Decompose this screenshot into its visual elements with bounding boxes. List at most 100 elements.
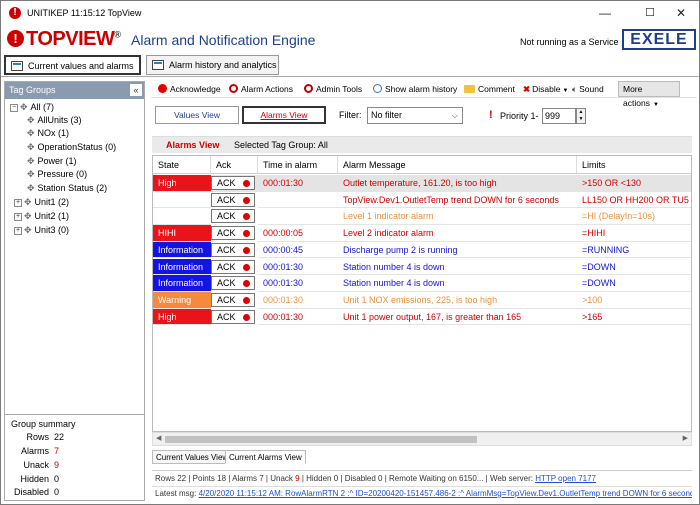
summary-label: Rows xyxy=(26,432,49,442)
priority-spinner[interactable]: ▲ ▼ xyxy=(576,108,586,124)
tree-item-all[interactable]: − ✥ All (7) xyxy=(10,101,54,114)
main-tabs: Current values and alarms Alarm history … xyxy=(1,53,699,77)
table-row[interactable]: ACK TopView.Dev1.OutletTemp trend DOWN fo… xyxy=(153,191,691,209)
alarm-toolbar: Acknowledge Alarm Actions Admin Tools Sh… xyxy=(151,81,697,98)
column-header-time[interactable]: Time in alarm xyxy=(258,156,338,174)
title-bar: ! UNITIKEP 11:15:12 TopView — ☐ ✕ xyxy=(1,1,699,27)
filter-value: No filter xyxy=(371,110,403,120)
dropdown-arrow-icon: ▼ xyxy=(562,88,569,94)
tab-alarm-history[interactable]: Alarm history and analytics xyxy=(146,55,279,75)
column-header-state[interactable]: State xyxy=(153,156,211,174)
limits-cell: >150 OR <130 xyxy=(577,175,691,192)
ack-button[interactable]: ACK xyxy=(211,292,255,307)
latest-msg-link[interactable]: 4/20/2020 11:15:12 AM: RowAlarmRTN 2 :^ … xyxy=(199,489,692,498)
acknowledge-button[interactable]: Acknowledge xyxy=(158,83,221,96)
table-row[interactable]: High ACK 000:01:30 Unit 1 power output, 167… xyxy=(153,308,691,326)
alarms-view-button[interactable]: Alarms View xyxy=(242,106,326,124)
tree-item-nox[interactable]: ✥ NOx (1) xyxy=(27,127,69,140)
tree-item-unit2[interactable]: + ✥ Unit2 (1) xyxy=(14,210,69,223)
table-row[interactable]: Information ACK 000:01:30 Station number 4 … xyxy=(153,275,691,292)
values-view-button[interactable]: Values View xyxy=(155,106,239,124)
scroll-right-icon[interactable]: ▶ xyxy=(683,434,688,442)
service-status: Not running as a Service xyxy=(520,37,619,47)
tree-item-station-status[interactable]: ✥ Station Status (2) xyxy=(27,182,107,195)
tree-item-power[interactable]: ✥ Power (1) xyxy=(27,155,77,168)
maximize-button[interactable]: ☐ xyxy=(633,3,667,23)
column-header-message[interactable]: Alarm Message xyxy=(338,156,577,174)
gear-icon xyxy=(304,84,313,93)
more-actions-button[interactable]: More actions ▼ xyxy=(618,81,680,108)
collapse-icon[interactable]: − xyxy=(10,103,18,112)
minimize-button[interactable]: — xyxy=(588,3,622,23)
ack-button[interactable]: ACK xyxy=(211,309,255,324)
tree-item-unit3[interactable]: + ✥ Unit3 (0) xyxy=(14,224,69,237)
scroll-left-icon[interactable]: ◀ xyxy=(156,434,161,442)
priority-input[interactable]: 999 xyxy=(542,108,576,124)
filter-label: Filter: xyxy=(339,110,362,120)
time-cell xyxy=(258,208,338,226)
expand-icon[interactable]: + xyxy=(14,226,22,235)
close-button[interactable]: ✕ xyxy=(664,3,698,23)
table-row[interactable]: Warning ACK 000:01:30 Unit 1 NOX emissions,… xyxy=(153,291,691,309)
ack-button[interactable]: ACK xyxy=(211,209,255,224)
webserver-link[interactable]: HTTP open 7177 xyxy=(535,474,596,483)
admin-tools-button[interactable]: Admin Tools xyxy=(304,83,362,96)
state-cell: HIHI xyxy=(153,225,211,242)
status-rows: Rows 22 xyxy=(155,474,187,483)
ack-label: ACK xyxy=(217,261,236,272)
disable-button[interactable]: ✖ Disable ▼ xyxy=(523,83,568,98)
latest-message-bar: Latest msg: 4/20/2020 11:15:12 AM: RowAl… xyxy=(152,486,692,500)
horizontal-scrollbar[interactable]: ◀ ▶ xyxy=(152,432,692,446)
priority-label: Priority 1- xyxy=(500,111,539,121)
tree-item-unit1[interactable]: + ✥ Unit1 (2) xyxy=(14,196,69,209)
admin-tools-label: Admin Tools xyxy=(316,84,363,94)
sound-button[interactable]: 🔈︎ Sound xyxy=(572,83,604,96)
message-cell: TopView.Dev1.OutletTemp trend DOWN for 6… xyxy=(338,192,577,209)
tree-item-pressure[interactable]: ✥ Pressure (0) xyxy=(27,168,87,181)
tab-current-values-view[interactable]: Current Values View xyxy=(152,450,233,464)
alarms-grid: State Ack Time in alarm Alarm Message Li… xyxy=(152,155,692,432)
tab-current-alarms-view[interactable]: Current Alarms View xyxy=(225,450,306,464)
tree-item-operationstatus[interactable]: ✥ OperationStatus (0) xyxy=(27,141,116,154)
table-row[interactable]: ACK Level 1 indicator alarm =HI (DelayIn=1… xyxy=(153,208,691,226)
ack-label: ACK xyxy=(217,178,236,188)
red-dot-icon xyxy=(243,263,250,271)
comment-button[interactable]: Comment xyxy=(464,83,515,96)
tag-groups-header: Tag Groups « xyxy=(5,82,144,99)
ack-button[interactable]: ACK xyxy=(211,226,255,241)
tab-current-values-alarms[interactable]: Current values and alarms xyxy=(4,55,141,75)
table-row[interactable]: High ACK 000:01:30 Outlet temperature, 161.… xyxy=(153,175,691,192)
table-row[interactable]: Information ACK 000:01:30 Station number 4 … xyxy=(153,258,691,276)
tree-item-allunits[interactable]: ✥ AllUnits (3) xyxy=(27,114,82,127)
application-window: ! UNITIKEP 11:15:12 TopView — ☐ ✕ ! TOPV… xyxy=(0,0,700,505)
folder-icon xyxy=(464,85,475,93)
spin-up-icon[interactable]: ▲ xyxy=(577,109,585,116)
time-cell: 000:01:30 xyxy=(258,175,338,192)
ack-button[interactable]: ACK xyxy=(211,242,255,257)
column-header-ack[interactable]: Ack xyxy=(211,156,258,174)
column-header-limits[interactable]: Limits xyxy=(577,156,691,174)
filter-select[interactable]: No filter ⌵ xyxy=(367,107,463,124)
app-icon: ! xyxy=(9,7,21,19)
alarm-actions-button[interactable]: Alarm Actions xyxy=(229,83,293,96)
expand-icon[interactable]: + xyxy=(14,212,22,221)
tag-groups-title: Tag Groups xyxy=(9,85,56,95)
spin-down-icon[interactable]: ▼ xyxy=(577,116,585,123)
collapse-panel-button[interactable]: « xyxy=(130,84,142,96)
ack-button[interactable]: ACK xyxy=(211,276,255,291)
x-icon: ✖ xyxy=(523,84,531,94)
time-cell: 000:01:30 xyxy=(258,275,338,292)
show-alarm-history-button[interactable]: Show alarm history xyxy=(373,83,457,96)
ack-label: ACK xyxy=(217,244,236,255)
scrollbar-thumb[interactable] xyxy=(165,436,477,443)
ack-button[interactable]: ACK xyxy=(211,192,255,207)
red-dot-icon xyxy=(243,246,250,254)
ack-button[interactable]: ACK xyxy=(211,259,255,274)
app-header: ! TOPVIEW® Alarm and Notification Engine… xyxy=(1,27,699,53)
ack-button[interactable]: ACK xyxy=(211,176,255,190)
table-row[interactable]: Information ACK 000:00:45 Discharge pump 2 … xyxy=(153,241,691,259)
table-row[interactable]: HIHI ACK 000:00:05 Level 2 indicator alarm =… xyxy=(153,225,691,242)
tag-group-icon: ✥ xyxy=(27,156,35,166)
summary-label: Unack xyxy=(23,460,49,470)
expand-icon[interactable]: + xyxy=(14,198,22,207)
